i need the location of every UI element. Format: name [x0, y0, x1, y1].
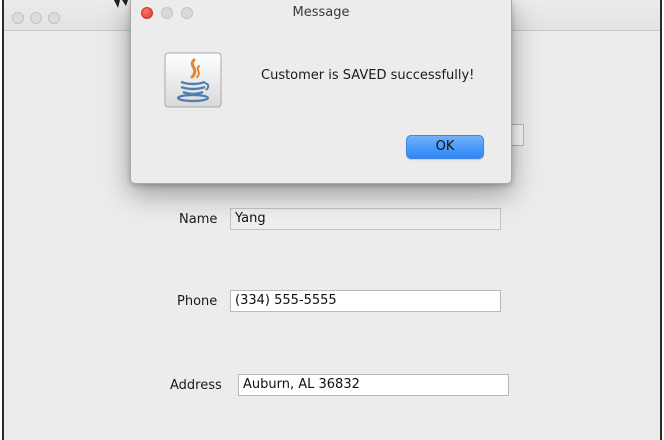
ok-button[interactable]: OK — [406, 135, 484, 159]
name-label: Name — [179, 212, 218, 227]
dialog-titlebar: Message — [131, 0, 511, 26]
screen: Name Yang Phone (334) 555-5555 Address A… — [0, 0, 664, 440]
phone-label: Phone — [177, 294, 218, 309]
message-dialog: Message Customer is SAVED successfully! … — [130, 0, 512, 184]
main-zoom-button[interactable] — [48, 12, 60, 24]
java-coffee-cup-icon — [164, 52, 222, 108]
dialog-title: Message — [292, 5, 350, 20]
address-label: Address — [170, 378, 222, 393]
main-close-button[interactable] — [12, 12, 24, 24]
dialog-message: Customer is SAVED successfully! — [261, 68, 475, 83]
phone-field[interactable]: (334) 555-5555 — [230, 290, 501, 312]
name-field[interactable]: Yang — [230, 208, 501, 230]
address-field[interactable]: Auburn, AL 36832 — [238, 374, 509, 396]
main-minimize-button[interactable] — [30, 12, 42, 24]
